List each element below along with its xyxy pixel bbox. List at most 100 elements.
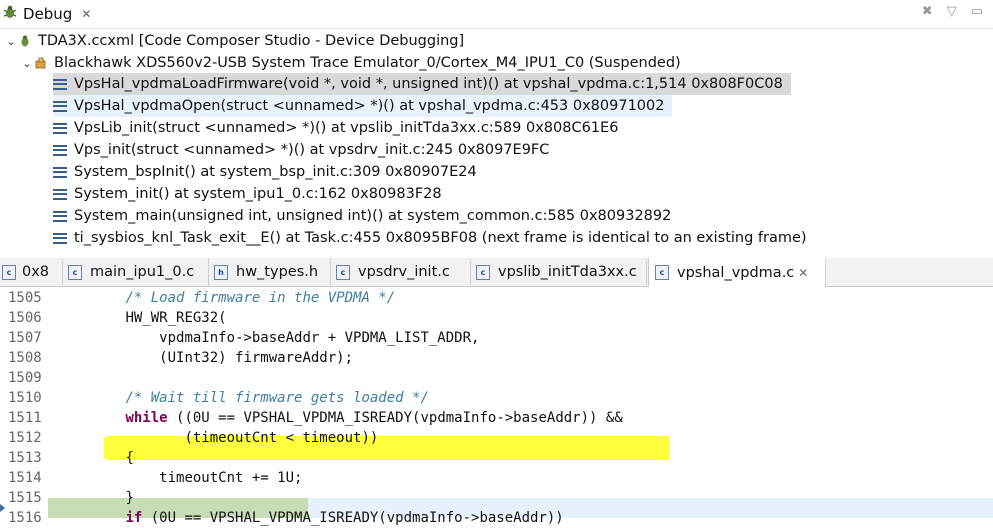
code-text: } bbox=[58, 490, 134, 506]
code-line[interactable]: 1510 /* Wait till firmware gets loaded *… bbox=[0, 388, 993, 408]
stack-frame-icon bbox=[53, 210, 67, 222]
code-token: (UInt32) firmwareAddr); bbox=[159, 350, 354, 366]
editor-tabbar: c 0x8 c main_ipu1_0.c h hw_types.h c vps… bbox=[0, 258, 993, 287]
line-number: 1507 bbox=[8, 330, 42, 346]
stack-frame-icon bbox=[53, 78, 67, 90]
code-token: vpdmaInfo->baseAddr + VPDMA_LIST_ADDR, bbox=[159, 330, 480, 346]
tab-label: vpslib_initTda3xx.c bbox=[498, 264, 637, 280]
code-token: timeoutCnt += 1U; bbox=[159, 470, 303, 486]
stack-frame[interactable]: System_init() at system_ipu1_0.c:162 0x8… bbox=[53, 183, 450, 205]
tree-session-row[interactable]: ⌄ TDA3X.ccxml [Code Composer Studio - De… bbox=[4, 30, 464, 52]
stack-frame-icon bbox=[53, 166, 67, 178]
code-line[interactable]: 1508 (UInt32) firmwareAddr); bbox=[0, 348, 993, 368]
stack-frame[interactable]: VpsLib_init(struct <unnamed> *)() at vps… bbox=[53, 117, 626, 139]
code-line[interactable]: 1514 timeoutCnt += 1U; bbox=[0, 468, 993, 488]
close-icon[interactable]: ✕ bbox=[798, 266, 808, 280]
code-text: while ((0U == VPSHAL_VPDMA_ISREADY(vpdma… bbox=[58, 410, 623, 426]
code-line[interactable]: 1515 } bbox=[0, 488, 993, 508]
code-area[interactable]: 1505 /* Load firmware in the VPDMA */150… bbox=[0, 288, 993, 527]
target-thread-icon bbox=[34, 56, 48, 70]
code-text: { bbox=[58, 450, 133, 466]
line-number: 1516 bbox=[8, 510, 42, 526]
code-text: (UInt32) firmwareAddr); bbox=[58, 350, 353, 366]
chevron-down-icon[interactable]: ⌄ bbox=[4, 35, 18, 48]
tab-vpshal-vpdma[interactable]: c vpshal_vpdma.c ✕ bbox=[648, 258, 826, 287]
code-line[interactable]: 1511 while ((0U == VPSHAL_VPDMA_ISREADY(… bbox=[0, 408, 993, 428]
tab-label: vpshal_vpdma.c bbox=[677, 264, 795, 281]
chevron-down-icon[interactable]: ⌄ bbox=[20, 57, 34, 70]
code-line[interactable]: 1507 vpdmaInfo->baseAddr + VPDMA_LIST_AD… bbox=[0, 328, 993, 348]
code-editor: c 0x8 c main_ipu1_0.c h hw_types.h c vps… bbox=[0, 258, 993, 527]
tab-label: 0x8 bbox=[22, 264, 50, 280]
code-token: (0U == VPSHAL_VPDMA_ISREADY(vpdmaInfo->b… bbox=[142, 510, 564, 526]
debug-view-tabbar: Debug ✕ ✖ ▽ ▭ bbox=[0, 0, 993, 29]
close-icon[interactable]: ✕ bbox=[81, 7, 91, 21]
disassembly-icon: c bbox=[2, 264, 16, 280]
code-line[interactable]: 1513 { bbox=[0, 448, 993, 468]
tab-hw-types[interactable]: h hw_types.h bbox=[208, 258, 331, 286]
remove-terminated-icon[interactable]: ✖ bbox=[922, 4, 933, 19]
stack-frame-label: System_main(unsigned int, unsigned int)(… bbox=[74, 208, 672, 224]
tab-label: vpsdrv_init.c bbox=[358, 264, 450, 280]
stack-frame-icon bbox=[53, 188, 67, 200]
tree-target-row[interactable]: ⌄ Blackhawk XDS560v2-USB System Trace Em… bbox=[20, 52, 680, 74]
bug-icon bbox=[2, 4, 18, 24]
h-file-icon: h bbox=[214, 264, 228, 280]
code-text: vpdmaInfo->baseAddr + VPDMA_LIST_ADDR, bbox=[58, 330, 479, 346]
c-file-icon: c bbox=[336, 264, 350, 280]
stack-frame[interactable]: Vps_init(struct <unnamed> *)() at vpsdrv… bbox=[53, 139, 557, 161]
stack-frame-label: ti_sysbios_knl_Task_exit__E() at Task.c:… bbox=[74, 230, 807, 246]
c-file-icon: c bbox=[655, 265, 669, 280]
code-line[interactable]: 1512 (timeoutCnt < timeout)) bbox=[0, 428, 993, 448]
code-line[interactable]: 1509 bbox=[0, 368, 993, 388]
tab-vpslib-inittda3xx[interactable]: c vpslib_initTda3xx.c bbox=[470, 258, 647, 286]
stack-frame[interactable]: System_bspInit() at system_bsp_init.c:30… bbox=[53, 161, 485, 183]
stack-frame-label: VpsHal_vpdmaOpen(struct <unnamed> *)() a… bbox=[74, 98, 665, 114]
view-menu-icon[interactable]: ▽ bbox=[947, 4, 957, 19]
code-text: HW_WR_REG32( bbox=[58, 310, 227, 326]
code-text: (timeoutCnt < timeout)) bbox=[58, 430, 378, 446]
tab-vpsdrv-init[interactable]: c vpsdrv_init.c bbox=[330, 258, 471, 286]
code-line[interactable]: 1506 HW_WR_REG32( bbox=[0, 308, 993, 328]
stack-frame-label: System_bspInit() at system_bsp_init.c:30… bbox=[74, 164, 477, 180]
stack-frame[interactable]: VpsHal_vpdmaOpen(struct <unnamed> *)() a… bbox=[53, 95, 673, 117]
stack-frame-label: VpsHal_vpdmaLoadFirmware(void *, void *,… bbox=[74, 76, 783, 92]
code-text: if (0U == VPSHAL_VPDMA_ISREADY(vpdmaInfo… bbox=[58, 510, 564, 526]
stack-frame-icon bbox=[53, 100, 67, 112]
debug-view: Debug ✕ ✖ ▽ ▭ ⌄ TDA3X.ccxml [Code Compos… bbox=[0, 0, 993, 257]
code-token: (timeoutCnt < timeout)) bbox=[184, 430, 379, 446]
stack-frame-label: Vps_init(struct <unnamed> *)() at vpsdrv… bbox=[74, 142, 550, 158]
line-number: 1514 bbox=[8, 470, 42, 486]
code-text: timeoutCnt += 1U; bbox=[58, 470, 302, 486]
line-number: 1515 bbox=[8, 490, 42, 506]
code-token: } bbox=[125, 490, 134, 506]
tab-main-ipu1-0[interactable]: c main_ipu1_0.c bbox=[62, 258, 209, 286]
c-file-icon: c bbox=[476, 264, 490, 280]
line-number: 1512 bbox=[8, 430, 42, 446]
line-number: 1508 bbox=[8, 350, 42, 366]
stack-frame-icon bbox=[53, 144, 67, 156]
tab-0x8[interactable]: c 0x8 bbox=[0, 258, 63, 286]
tab-debug[interactable]: Debug ✕ bbox=[0, 0, 94, 28]
minimize-icon[interactable]: ▭ bbox=[971, 4, 983, 19]
code-token: HW_WR_REG32( bbox=[125, 310, 227, 326]
line-number: 1506 bbox=[8, 310, 42, 326]
stack-frame[interactable]: VpsHal_vpdmaLoadFirmware(void *, void *,… bbox=[53, 73, 791, 95]
stack-frame-label: VpsLib_init(struct <unnamed> *)() at vps… bbox=[74, 120, 619, 136]
stack-frame[interactable]: System_main(unsigned int, unsigned int)(… bbox=[53, 205, 679, 227]
stack-frame[interactable]: ti_sysbios_knl_Task_exit__E() at Task.c:… bbox=[53, 227, 815, 249]
keyword-token: while bbox=[125, 410, 168, 426]
comment-token: /* Wait till firmware gets loaded */ bbox=[125, 390, 429, 406]
comment-token: /* Load firmware in the VPDMA */ bbox=[125, 290, 396, 306]
code-text: /* Wait till firmware gets loaded */ bbox=[58, 390, 429, 406]
tab-label: main_ipu1_0.c bbox=[90, 264, 195, 280]
line-number: 1513 bbox=[8, 450, 42, 466]
line-number: 1510 bbox=[8, 390, 42, 406]
session-label: TDA3X.ccxml [Code Composer Studio - Devi… bbox=[38, 33, 465, 49]
c-file-icon: c bbox=[68, 264, 82, 280]
line-number: 1505 bbox=[8, 290, 42, 306]
code-line[interactable]: 1516 if (0U == VPSHAL_VPDMA_ISREADY(vpdm… bbox=[0, 508, 993, 528]
tab-debug-label: Debug bbox=[23, 5, 73, 23]
code-token: ((0U == VPSHAL_VPDMA_ISREADY(vpdmaInfo->… bbox=[167, 410, 623, 426]
code-line[interactable]: 1505 /* Load firmware in the VPDMA */ bbox=[0, 288, 993, 308]
